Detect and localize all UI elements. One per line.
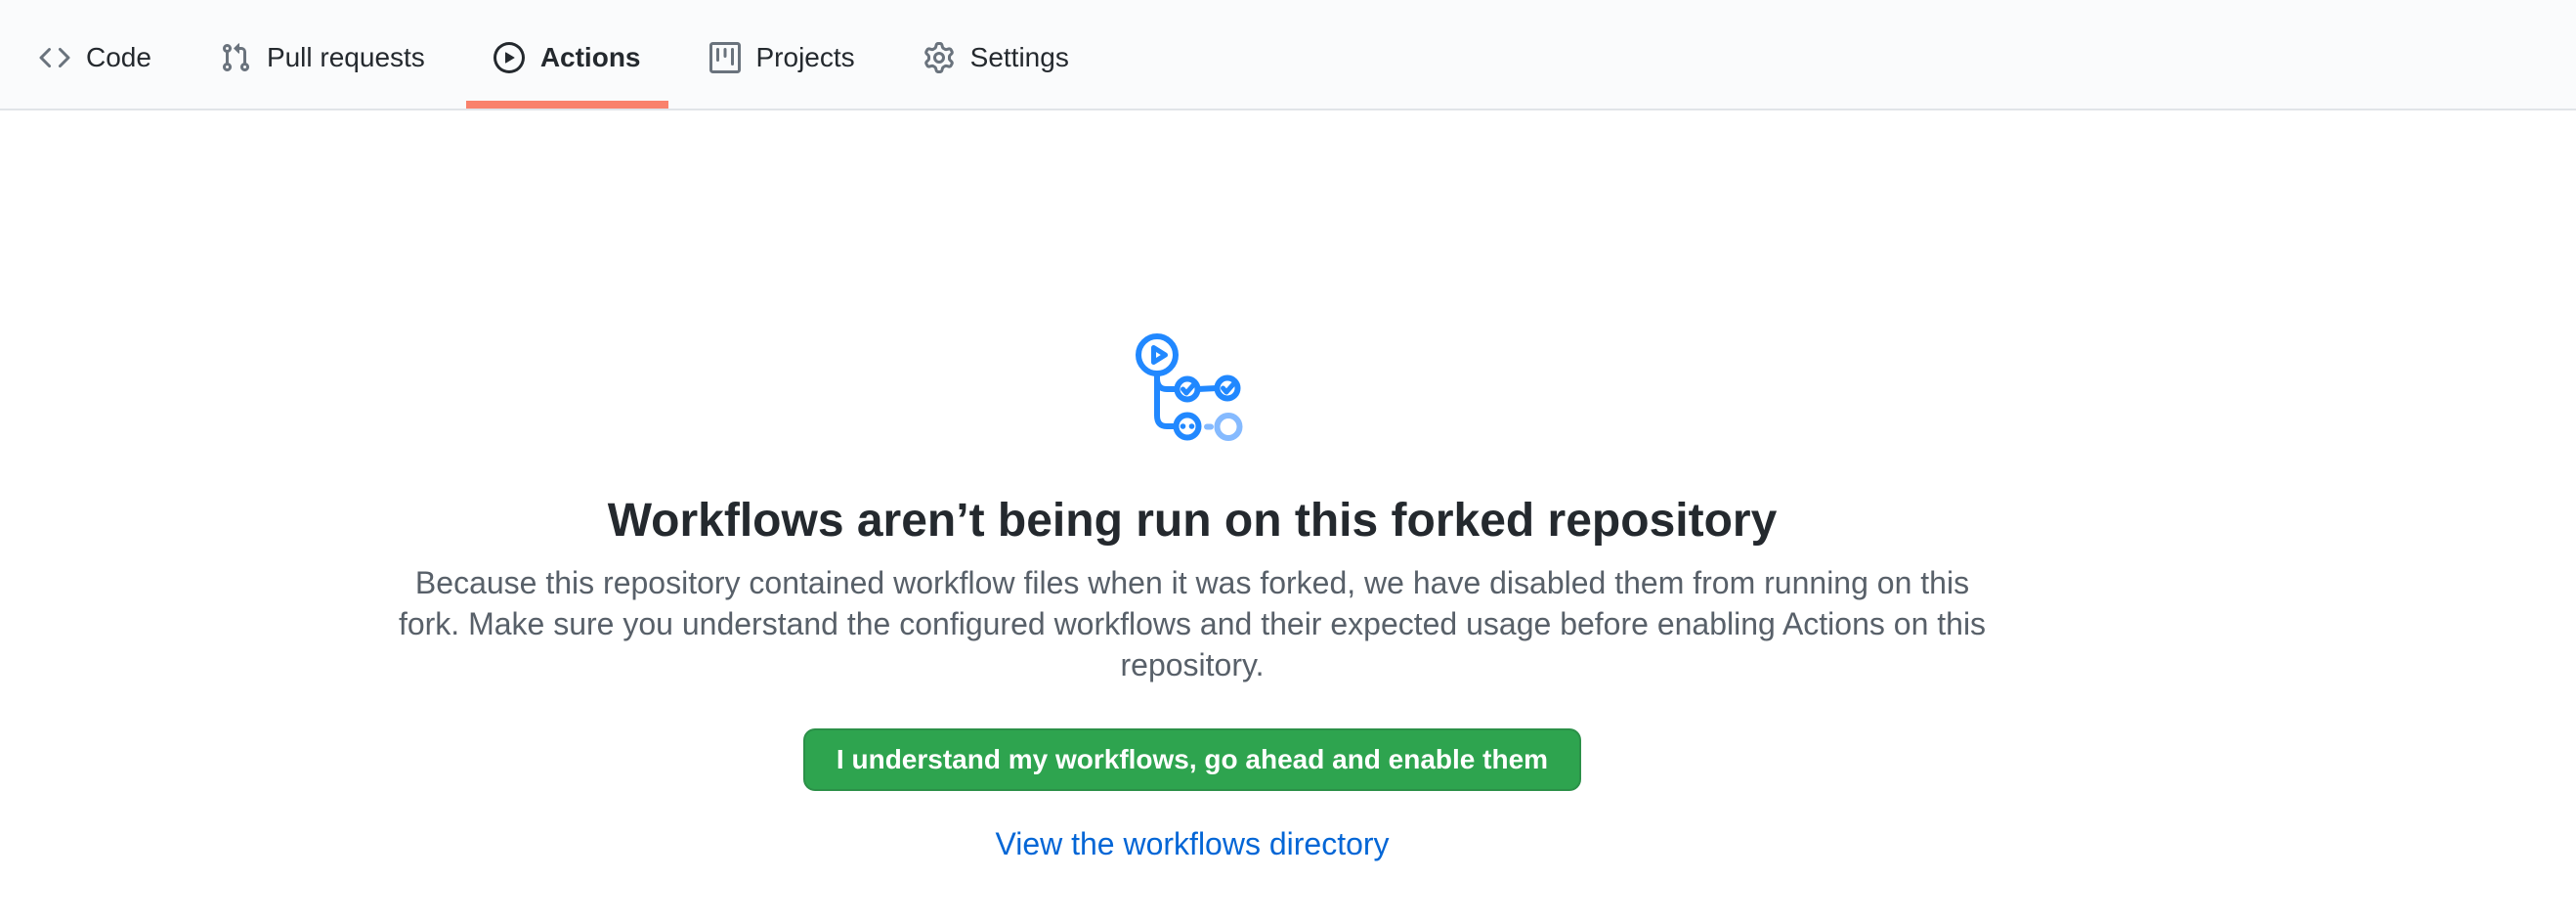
tab-projects-label: Projects bbox=[756, 42, 855, 73]
main-content: Workflows aren’t being run on this forke… bbox=[0, 110, 2384, 863]
view-workflows-directory-link[interactable]: View the workflows directory bbox=[995, 826, 1389, 861]
repo-tab-bar: Code Pull requests Actions Projects Sett… bbox=[0, 0, 2576, 110]
actions-workflow-graph-icon bbox=[1134, 329, 1251, 446]
enable-button-row: I understand my workflows, go ahead and … bbox=[0, 685, 2384, 791]
enable-workflows-button[interactable]: I understand my workflows, go ahead and … bbox=[803, 728, 1581, 791]
project-icon bbox=[709, 42, 741, 73]
blankslate-description: Because this repository contained workfl… bbox=[386, 562, 1998, 685]
tab-settings[interactable]: Settings bbox=[896, 0, 1096, 109]
play-icon bbox=[494, 42, 525, 73]
code-icon bbox=[39, 42, 70, 73]
page-title: Workflows aren’t being run on this forke… bbox=[0, 492, 2384, 550]
actions-disabled-blankslate: Workflows aren’t being run on this forke… bbox=[0, 110, 2384, 863]
tab-actions-label: Actions bbox=[540, 42, 641, 73]
tab-pull-requests[interactable]: Pull requests bbox=[193, 0, 452, 109]
tab-projects[interactable]: Projects bbox=[682, 0, 882, 109]
tab-actions[interactable]: Actions bbox=[466, 0, 668, 109]
gear-icon bbox=[923, 42, 955, 73]
tab-code[interactable]: Code bbox=[12, 0, 179, 109]
workflows-link-row: View the workflows directory bbox=[0, 824, 2384, 863]
tab-code-label: Code bbox=[86, 42, 151, 73]
git-pull-request-icon bbox=[220, 42, 251, 73]
tab-pull-requests-label: Pull requests bbox=[267, 42, 425, 73]
tab-settings-label: Settings bbox=[970, 42, 1069, 73]
